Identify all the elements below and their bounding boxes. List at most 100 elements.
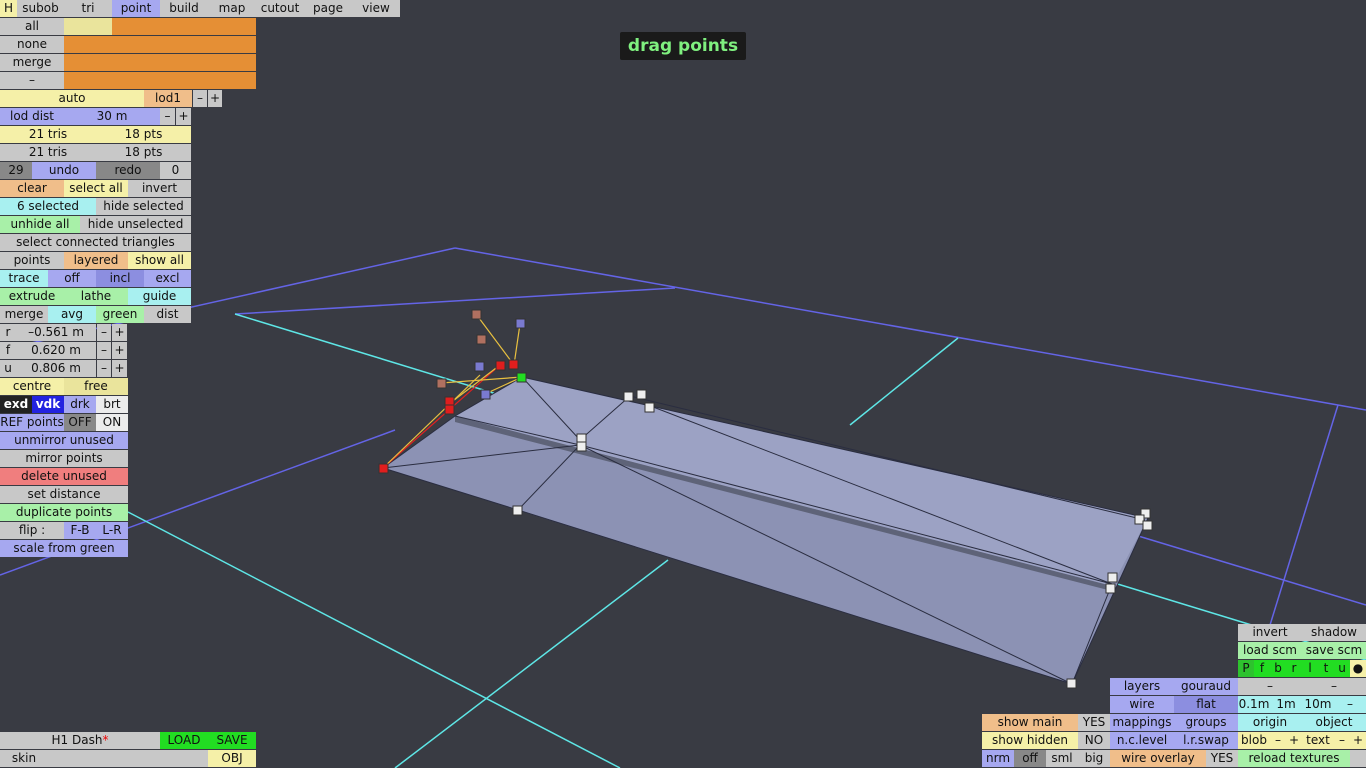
selection-cell[interactable]: [208, 72, 256, 89]
blob-minus-button[interactable]: –: [1270, 732, 1286, 749]
wire-button[interactable]: wire: [1110, 696, 1174, 713]
clear-button[interactable]: clear: [0, 180, 64, 197]
select-merge-row[interactable]: merge: [0, 54, 64, 71]
save-button[interactable]: SAVE: [208, 732, 256, 749]
selection-cell[interactable]: [112, 54, 160, 71]
tab-point[interactable]: point: [112, 0, 160, 17]
nrm-button[interactable]: nrm: [982, 750, 1014, 767]
selection-cell[interactable]: [208, 18, 256, 35]
extrude-button[interactable]: extrude: [0, 288, 64, 305]
unmirror-unused-button[interactable]: unmirror unused: [0, 432, 128, 449]
lod-dist-minus-button[interactable]: –: [160, 108, 175, 125]
green-button[interactable]: green: [96, 306, 144, 323]
exd-button[interactable]: exd: [0, 396, 32, 413]
axis-u-plus[interactable]: +: [112, 360, 127, 377]
selection-cell[interactable]: [64, 72, 112, 89]
tab-tri[interactable]: tri: [64, 0, 112, 17]
big-button[interactable]: big: [1078, 750, 1110, 767]
tab-view[interactable]: view: [352, 0, 400, 17]
trace-button[interactable]: trace: [0, 270, 48, 287]
reload-textures-button[interactable]: reload textures: [1238, 750, 1350, 767]
layered-button[interactable]: layered: [64, 252, 128, 269]
tab-map[interactable]: map: [208, 0, 256, 17]
selection-cell[interactable]: [64, 36, 112, 53]
invert-button[interactable]: invert: [128, 180, 191, 197]
sml-button[interactable]: sml: [1046, 750, 1078, 767]
show-main-value[interactable]: YES: [1078, 714, 1110, 731]
select-all-row[interactable]: all: [0, 18, 64, 35]
drk-button[interactable]: drk: [64, 396, 96, 413]
redo-button[interactable]: redo: [96, 162, 160, 179]
excl-button[interactable]: excl: [144, 270, 191, 287]
selection-cell[interactable]: [208, 36, 256, 53]
lod-dist-plus-button[interactable]: +: [176, 108, 191, 125]
merge-button[interactable]: merge: [0, 306, 48, 323]
lathe-button[interactable]: lathe: [64, 288, 128, 305]
off-button[interactable]: off: [1014, 750, 1046, 767]
selection-cell[interactable]: [64, 54, 112, 71]
axis-f-value[interactable]: 0.620 m: [16, 342, 96, 359]
layers-button[interactable]: layers: [1110, 678, 1174, 695]
text-minus-button[interactable]: –: [1334, 732, 1350, 749]
axis-u-minus[interactable]: –: [97, 360, 111, 377]
select-all-button[interactable]: select all: [64, 180, 128, 197]
axis-f-minus[interactable]: –: [97, 342, 111, 359]
show-all-button[interactable]: show all: [128, 252, 191, 269]
tab-cutout[interactable]: cutout: [256, 0, 304, 17]
trace-off-button[interactable]: off: [48, 270, 96, 287]
groups-button[interactable]: groups: [1174, 714, 1238, 731]
grid-01m-button[interactable]: 0.1m: [1238, 696, 1270, 713]
tab-page[interactable]: page: [304, 0, 352, 17]
load-button[interactable]: LOAD: [160, 732, 208, 749]
flip-fb-button[interactable]: F-B: [64, 522, 96, 539]
view-b-button[interactable]: b: [1270, 660, 1286, 677]
obj-button[interactable]: OBJ: [208, 750, 256, 767]
centre-button[interactable]: centre: [0, 378, 64, 395]
view-p-button[interactable]: P: [1238, 660, 1254, 677]
view-u-button[interactable]: u: [1334, 660, 1350, 677]
show-hidden-value[interactable]: NO: [1078, 732, 1110, 749]
undo-button[interactable]: undo: [32, 162, 96, 179]
nc-level-button[interactable]: n.c.level: [1110, 732, 1174, 749]
vdk-button[interactable]: vdk: [32, 396, 64, 413]
show-main-label[interactable]: show main: [982, 714, 1078, 731]
object-button[interactable]: object: [1302, 714, 1366, 731]
select-none-row[interactable]: none: [0, 36, 64, 53]
lod-minus-button[interactable]: –: [193, 90, 207, 107]
ref-off-button[interactable]: OFF: [64, 414, 96, 431]
hide-selected-button[interactable]: hide selected: [96, 198, 191, 215]
select-connected-button[interactable]: select connected triangles: [0, 234, 191, 251]
save-scm-button[interactable]: save scm: [1302, 642, 1366, 659]
dash-button[interactable]: –: [1302, 678, 1366, 695]
unhide-all-button[interactable]: unhide all: [0, 216, 80, 233]
axis-u-value[interactable]: 0.806 m: [16, 360, 96, 377]
selection-cell[interactable]: [208, 54, 256, 71]
incl-button[interactable]: incl: [96, 270, 144, 287]
mappings-button[interactable]: mappings: [1110, 714, 1174, 731]
skin-field[interactable]: [48, 750, 208, 767]
axis-r-plus[interactable]: +: [112, 324, 127, 341]
filename[interactable]: H1 Dash*: [0, 732, 160, 749]
duplicate-points-button[interactable]: duplicate points: [0, 504, 128, 521]
3d-viewport[interactable]: [0, 0, 1366, 768]
selection-cell[interactable]: [64, 18, 112, 35]
points-button[interactable]: points: [0, 252, 64, 269]
lod-level-button[interactable]: lod1: [144, 90, 192, 107]
view-f-button[interactable]: f: [1254, 660, 1270, 677]
scale-from-green-button[interactable]: scale from green: [0, 540, 128, 557]
shadow-button[interactable]: shadow: [1302, 624, 1366, 641]
axis-r-minus[interactable]: –: [97, 324, 111, 341]
selection-cell[interactable]: [112, 72, 160, 89]
dash-button[interactable]: –: [1238, 678, 1302, 695]
view-dot-button[interactable]: ●: [1350, 660, 1366, 677]
select-dash-row[interactable]: –: [0, 72, 64, 89]
delete-unused-button[interactable]: delete unused: [0, 468, 128, 485]
guide-button[interactable]: guide: [128, 288, 191, 305]
selection-cell[interactable]: [160, 36, 208, 53]
flat-button[interactable]: flat: [1174, 696, 1238, 713]
flip-lr-button[interactable]: L-R: [96, 522, 128, 539]
grid-1m-button[interactable]: 1m: [1270, 696, 1302, 713]
tab-subob[interactable]: subob: [17, 0, 64, 17]
selection-cell[interactable]: [112, 18, 160, 35]
blob-plus-button[interactable]: +: [1286, 732, 1302, 749]
